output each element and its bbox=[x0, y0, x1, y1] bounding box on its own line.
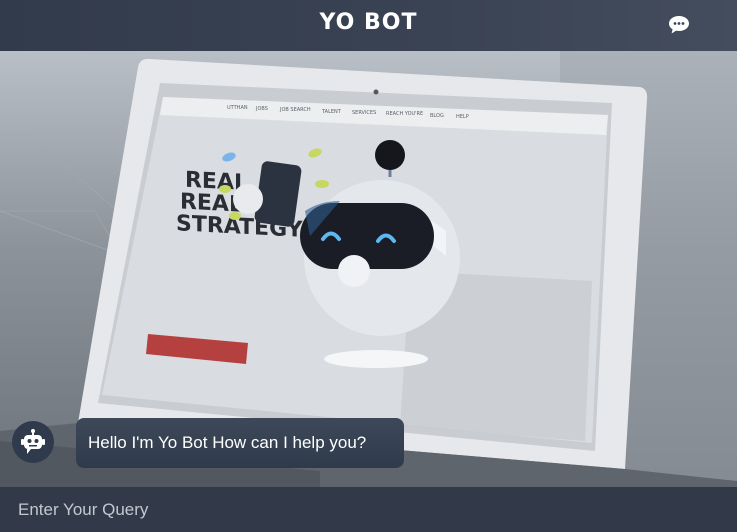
svg-text:BLOG: BLOG bbox=[430, 113, 444, 119]
svg-text:UTTHAN: UTTHAN bbox=[227, 105, 248, 111]
input-bar bbox=[0, 487, 737, 532]
header: YO BOT bbox=[0, 0, 737, 51]
robot-icon bbox=[21, 429, 45, 454]
svg-text:JOB SEARCH: JOB SEARCH bbox=[279, 107, 311, 113]
brand-title: YO BOT bbox=[319, 10, 418, 35]
svg-text:HELP: HELP bbox=[456, 114, 469, 120]
bot-message-bubble: Hello I'm Yo Bot How can I help you? bbox=[76, 418, 404, 468]
svg-text:TALENT: TALENT bbox=[321, 109, 342, 115]
chat-bubble-icon[interactable] bbox=[668, 15, 690, 35]
svg-text:SERVICES: SERVICES bbox=[352, 110, 376, 116]
svg-text:JOBS: JOBS bbox=[255, 106, 268, 112]
chat-widget: YO BOT REAL REAL STRATEGY UTTHAN JOBS JO… bbox=[0, 0, 737, 532]
bot-message-text: Hello I'm Yo Bot How can I help you? bbox=[88, 433, 367, 452]
query-input[interactable] bbox=[0, 487, 737, 532]
bot-avatar bbox=[12, 421, 54, 463]
svg-text:REACH YOU'RE: REACH YOU'RE bbox=[386, 111, 423, 117]
